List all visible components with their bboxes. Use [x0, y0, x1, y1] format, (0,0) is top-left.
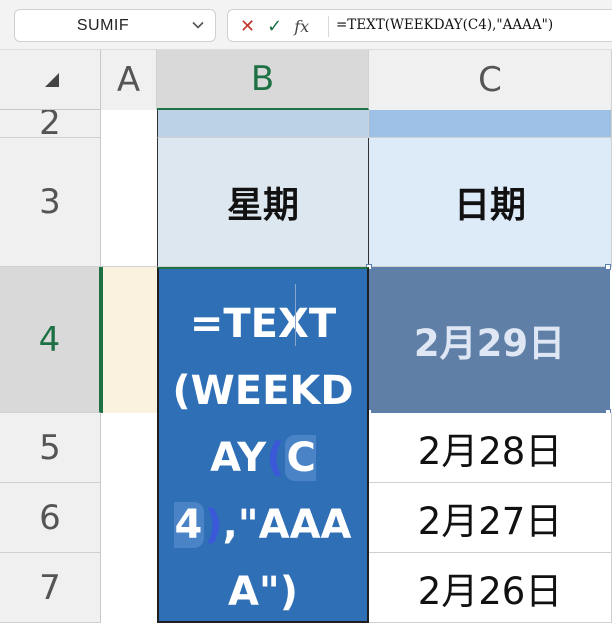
row-header-7[interactable]: 7 [0, 553, 101, 623]
cell-a4[interactable] [101, 267, 157, 413]
paren-highlight: ( [266, 435, 285, 481]
cell-b3[interactable]: 星期 [157, 138, 369, 267]
enter-icon[interactable]: ✓ [267, 16, 282, 37]
row-header-4[interactable]: 4 [0, 267, 101, 413]
formula-part: =TEXT(WEEKDAY [172, 301, 354, 481]
row-header-6[interactable]: 6 [0, 483, 101, 553]
editing-formula[interactable]: =TEXT(WEEKDAY(C4),"AAAA") [167, 291, 359, 626]
row-header-2[interactable]: 2 [0, 110, 101, 138]
formula-text[interactable]: =TEXT(WEEKDAY(C4),"AAAA") [336, 17, 553, 33]
cell-c6[interactable]: 2月27日 [369, 483, 612, 553]
column-header-c[interactable]: C [369, 50, 612, 110]
chevron-down-icon[interactable] [191, 18, 205, 37]
formula-part: ,"AAAA") [222, 502, 352, 615]
select-all-icon [45, 73, 59, 87]
cell-c5[interactable]: 2月28日 [369, 413, 612, 483]
cell-c4[interactable]: 2月29日 [369, 267, 610, 413]
paren-highlight: ) [204, 502, 223, 548]
name-box-value: SUMIF [76, 17, 130, 34]
name-box[interactable]: SUMIF [14, 9, 216, 42]
select-all-button[interactable] [0, 50, 101, 110]
row-label: 2 [39, 110, 61, 138]
active-cell-editor[interactable]: =TEXT(WEEKDAY(C4),"AAAA") [157, 267, 369, 623]
function-icon[interactable]: fx [294, 17, 309, 36]
row-header-3[interactable]: 3 [0, 138, 101, 267]
row-header-5[interactable]: 5 [0, 413, 101, 483]
cell-b2[interactable] [157, 110, 369, 138]
cell-c7[interactable]: 2月26日 [369, 553, 612, 623]
cell-a5-a7[interactable] [101, 413, 157, 623]
text-cursor [295, 284, 296, 346]
column-header-a[interactable]: A [101, 50, 157, 110]
cancel-icon[interactable]: ✕ [240, 16, 255, 37]
cell-a2-a3[interactable] [101, 110, 157, 267]
cell-c2[interactable] [369, 110, 612, 138]
formula-input-box[interactable]: ✕ ✓ fx =TEXT(WEEKDAY(C4),"AAAA") [227, 9, 612, 42]
cell-c3[interactable]: 日期 [369, 138, 612, 267]
ref-handle[interactable] [605, 264, 611, 270]
formula-separator [328, 16, 329, 37]
column-header-b[interactable]: B [157, 50, 369, 110]
